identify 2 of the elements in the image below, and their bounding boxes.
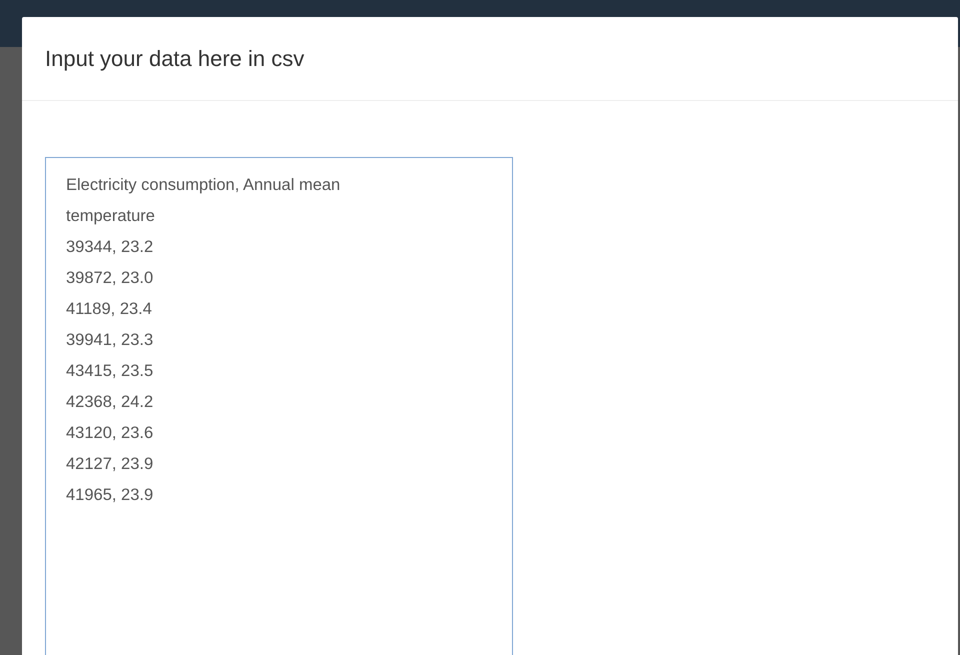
csv-input-field[interactable]: Electricity consumption, Annual mean temperature 39344, 23.2 39872, 23.0 41189, 23.4 39941, 23.3 43415, 23.5 42368, 24.2 43120, 23.6 42127, 23.9 41965, 23.9 [45, 157, 513, 655]
dialog-title: Input your data here in csv [45, 46, 304, 72]
